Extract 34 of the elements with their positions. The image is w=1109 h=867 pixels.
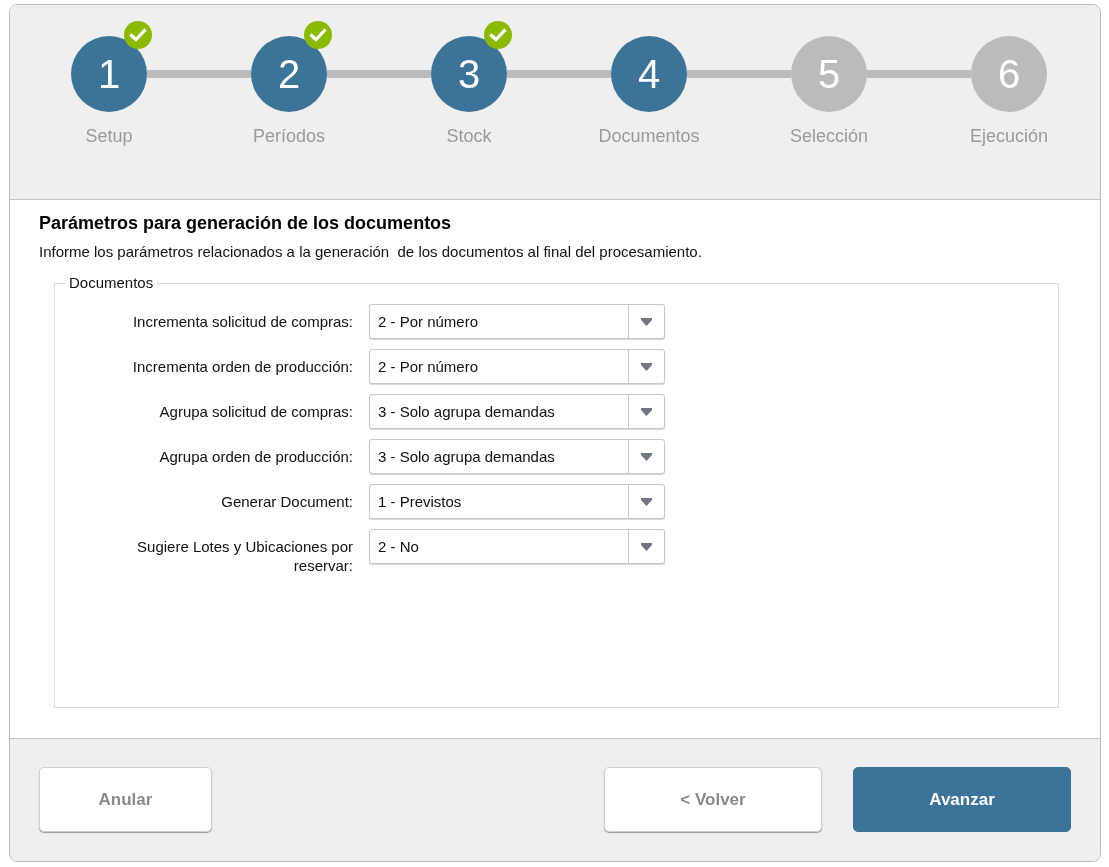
caret-icon: [641, 497, 652, 506]
step-label: Períodos: [252, 126, 325, 146]
section-title: Parámetros para generación de los documentos: [39, 213, 452, 233]
check-icon: [304, 21, 332, 49]
step-label: Documentos: [598, 126, 700, 146]
group-legend: Documentos: [65, 274, 158, 292]
caret-icon: [641, 317, 652, 326]
dropdown-field[interactable]: 2 - Por número: [369, 304, 665, 339]
caret-icon: [641, 542, 652, 551]
section-description: Informe los parámetros relacionados a la generación de los documentos al final del procesamiento.: [39, 243, 702, 260]
caret-icon: [641, 362, 652, 371]
dropdown-field[interactable]: 2 - Por número: [369, 349, 665, 384]
dropdown-field[interactable]: 3 - Solo agrupa demandas: [369, 394, 665, 429]
field-label: Agrupa orden de producción:: [158, 447, 353, 466]
field-label: Agrupa solicitud de compras:: [158, 402, 353, 421]
field-label: Generar Document:: [220, 492, 353, 511]
field-label: Incrementa orden de producción:: [131, 357, 353, 376]
dropdown-field[interactable]: 3 - Solo agrupa demandas: [369, 439, 665, 474]
caret-icon: [641, 452, 652, 461]
step-circle: 6: [971, 36, 1047, 112]
caret-icon: [641, 407, 652, 416]
dropdown-field[interactable]: 2 - No: [369, 529, 665, 564]
step-label: Setup: [85, 126, 133, 146]
field-label: Sugiere Lotes y Ubicaciones por reservar:: [136, 537, 353, 575]
step-label: Selección: [789, 126, 868, 146]
step-circle: 4: [611, 36, 687, 112]
step-circle: 5: [791, 36, 867, 112]
check-icon: [484, 21, 512, 49]
field-label: Incrementa solicitud de compras:: [131, 312, 353, 331]
check-icon: [124, 21, 152, 49]
dropdown-field[interactable]: 1 - Previstos: [369, 484, 665, 519]
step-label: Ejecución: [969, 126, 1048, 146]
step-label: Stock: [446, 126, 492, 146]
next-button[interactable]: Avanzar: [853, 767, 1071, 832]
